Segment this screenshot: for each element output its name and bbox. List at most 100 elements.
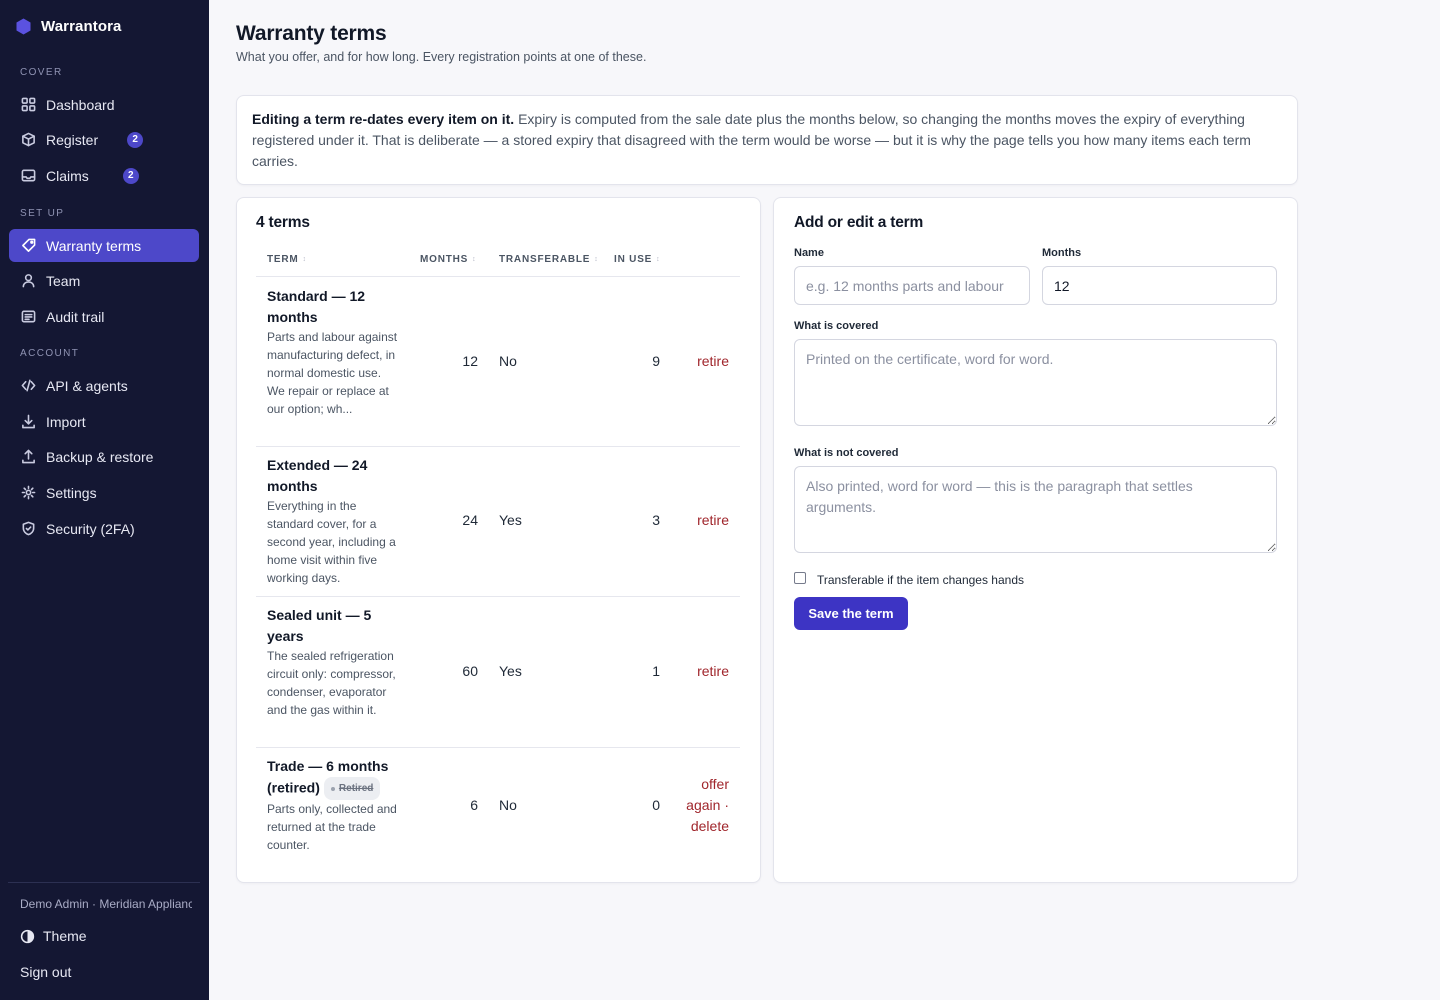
covered-label: What is covered	[794, 320, 879, 332]
column-header-transferable[interactable]: TRANSFERABLE ↕	[499, 254, 599, 265]
retire-link[interactable]: retire	[697, 512, 729, 528]
section-label-cover: COVER	[20, 67, 63, 78]
list-icon	[21, 310, 36, 323]
sidebar-item-label: Register	[46, 131, 99, 148]
sidebar-item-backup-restore[interactable]: Backup & restore	[9, 440, 199, 473]
term-description: The sealed refrigeration circuit only: c…	[267, 649, 396, 717]
term-description: Parts and labour against manufacturing d…	[267, 330, 398, 416]
sidebar-item-label: Backup & restore	[46, 448, 154, 465]
user-icon	[22, 274, 35, 288]
grid-icon	[21, 97, 36, 112]
name-label: Name	[794, 247, 824, 259]
sidebar-item-settings[interactable]: Settings	[9, 476, 199, 509]
term-months: 60	[462, 663, 478, 679]
tag-icon	[22, 238, 36, 252]
sidebar-item-security[interactable]: Security (2FA)	[9, 512, 199, 545]
term-transferable: Yes	[499, 512, 522, 528]
transferable-label[interactable]: Transferable if the item changes hands	[817, 573, 1024, 587]
table-divider	[256, 596, 740, 597]
status-dot-icon	[330, 786, 335, 791]
section-label-account: ACCOUNT	[20, 348, 80, 359]
term-description: Parts only, collected and returned at th…	[267, 802, 397, 852]
current-user: Demo Admin · Meridian Appliances	[20, 897, 192, 911]
retire-link[interactable]: retire	[697, 663, 729, 679]
terms-count-title: 4 terms	[256, 214, 310, 231]
sidebar-item-import[interactable]: Import	[9, 405, 199, 438]
sidebar-item-label: Claims	[46, 167, 89, 184]
gear-icon	[21, 485, 36, 500]
column-header-in-use[interactable]: IN USE ↕	[614, 254, 660, 265]
months-label: Months	[1042, 247, 1082, 259]
retired-actions: offer again · delete	[669, 774, 729, 837]
sidebar-item-api-agents[interactable]: API & agents	[9, 369, 199, 402]
shield-icon	[22, 521, 35, 536]
sidebar-item-audit-trail[interactable]: Audit trail	[9, 300, 199, 333]
sidebar-item-claims[interactable]: Claims 2	[9, 159, 199, 192]
sign-out-label: Sign out	[20, 964, 72, 980]
table-row: Standard — 12 months Parts and labour ag…	[256, 286, 740, 446]
sidebar-item-label: Warranty terms	[46, 237, 142, 254]
half-circle-icon	[20, 929, 35, 943]
sidebar-item-label: Team	[46, 272, 81, 289]
inbox-icon	[21, 169, 36, 182]
term-in-use: 0	[652, 797, 660, 813]
term-months: 24	[462, 512, 478, 528]
table-row: Trade — 6 months (retired) Retired Parts …	[256, 756, 740, 866]
sidebar-item-label: Dashboard	[46, 96, 115, 113]
term-months: 6	[470, 797, 478, 813]
term-name: Extended — 24 months	[267, 457, 368, 494]
code-icon	[21, 379, 36, 392]
status-badge: Retired	[323, 777, 381, 800]
sidebar-divider	[8, 882, 200, 883]
sidebar-item-label: Audit trail	[46, 308, 105, 325]
column-header-months[interactable]: MONTHS ↕	[420, 254, 476, 265]
notice-heading: Editing a term re-dates every item on it…	[252, 111, 515, 127]
table-divider	[256, 276, 740, 277]
theme-label: Theme	[43, 928, 87, 944]
count-badge: 2	[122, 167, 139, 184]
term-name: Trade — 6 months (retired) Retired	[267, 756, 395, 800]
months-input[interactable]	[1042, 266, 1277, 305]
form-title: Add or edit a term	[794, 214, 924, 231]
transferable-checkbox[interactable]	[794, 572, 806, 584]
sidebar-item-label: Security (2FA)	[46, 520, 135, 537]
table-row: Extended — 24 months Everything in the s…	[256, 455, 740, 595]
sign-out-link[interactable]: Sign out	[20, 964, 71, 980]
term-name: Sealed unit — 5 years	[267, 607, 372, 644]
covered-textarea[interactable]	[794, 339, 1277, 426]
sidebar-item-register[interactable]: Register 2	[9, 123, 199, 156]
sidebar-item-warranty-terms[interactable]: Warranty terms	[9, 229, 199, 262]
sidebar: Warrantora COVER Dashboard Register 2 Cl…	[0, 0, 209, 1000]
app-name: Warrantora	[41, 18, 122, 35]
term-name-input[interactable]	[794, 266, 1030, 305]
offer-again-link[interactable]: offer again	[686, 776, 729, 813]
sidebar-item-team[interactable]: Team	[9, 264, 199, 297]
not-covered-label: What is not covered	[794, 447, 899, 459]
retire-link[interactable]: retire	[697, 353, 729, 369]
box-icon	[22, 132, 35, 147]
section-label-setup: SET UP	[20, 208, 65, 219]
table-row: Sealed unit — 5 years The sealed refrige…	[256, 605, 740, 745]
sort-icon: ↕	[302, 256, 307, 263]
term-transferable: Yes	[499, 663, 522, 679]
sidebar-item-dashboard[interactable]: Dashboard	[9, 88, 199, 121]
table-divider	[256, 747, 740, 748]
count-badge: 2	[127, 131, 144, 148]
save-term-button[interactable]: Save the term	[794, 597, 908, 630]
term-description: Everything in the standard cover, for a …	[267, 499, 396, 585]
column-header-term[interactable]: TERM ↕	[267, 254, 307, 265]
term-months: 12	[462, 353, 478, 369]
theme-toggle[interactable]: Theme	[20, 928, 87, 944]
sidebar-item-label: API & agents	[46, 377, 128, 394]
page-subtitle: What you offer, and for how long. Every …	[236, 50, 647, 64]
term-in-use: 1	[652, 663, 660, 679]
sidebar-item-label: Import	[46, 413, 86, 430]
term-in-use: 3	[652, 512, 660, 528]
table-divider	[256, 446, 740, 447]
not-covered-textarea[interactable]	[794, 466, 1277, 553]
sort-icon: ↕	[594, 256, 599, 263]
sidebar-item-label: Settings	[46, 484, 97, 501]
page-title: Warranty terms	[236, 22, 387, 45]
brand[interactable]: Warrantora	[16, 18, 121, 35]
sort-icon: ↕	[472, 256, 477, 263]
